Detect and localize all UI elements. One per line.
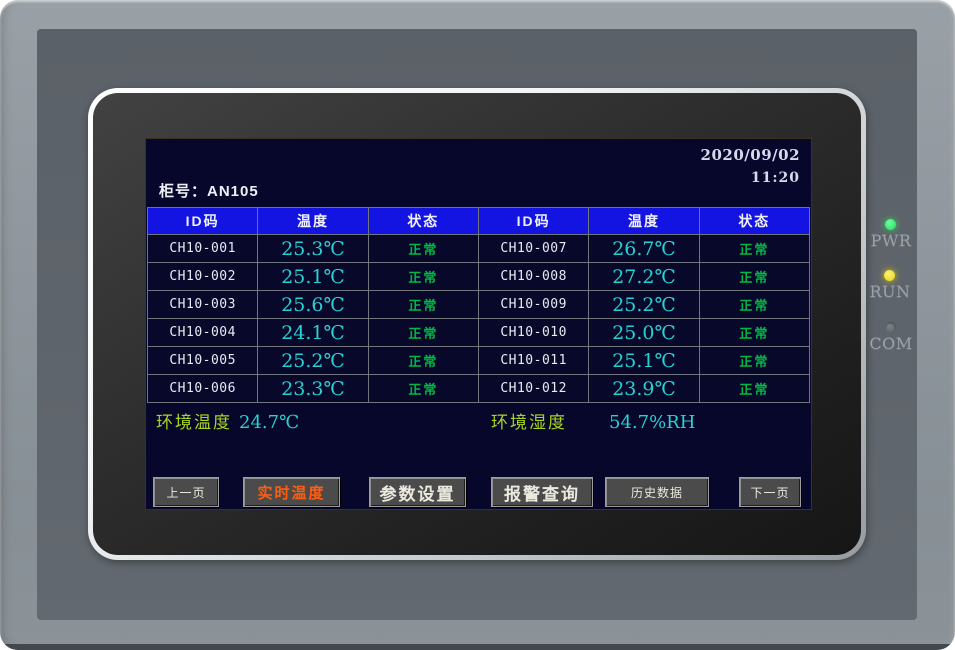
channel-id: CH10-008 — [478, 263, 588, 291]
channel-temp: 26.7℃ — [589, 235, 699, 263]
ambient-temp-value: 24.7℃ — [239, 408, 299, 438]
table-header-row: ID码 温度 状态 ID码 温度 状态 — [148, 208, 810, 235]
channel-temp: 25.6℃ — [258, 291, 368, 319]
channel-status: 正常 — [699, 235, 809, 263]
channel-id: CH10-012 — [478, 375, 588, 403]
nav-button-bar: 上一页 实时温度 参数设置 报警查询 历史数据 下一页 — [146, 477, 811, 507]
next-page-button[interactable]: 下一页 — [739, 477, 801, 507]
col-header-status-right: 状态 — [699, 208, 809, 235]
table-row: CH10-003 25.6℃ 正常 CH10-009 25.2℃ 正常 — [148, 291, 810, 319]
run-led-icon — [884, 270, 895, 281]
channel-status: 正常 — [368, 375, 478, 403]
col-header-status-left: 状态 — [368, 208, 478, 235]
channel-id: CH10-005 — [148, 347, 258, 375]
col-header-temp-right: 温度 — [589, 208, 699, 235]
screen-rim: 2020/09/02 11:20 柜号：AN105 ID码 温度 状态 ID码 … — [88, 88, 866, 560]
datetime-block: 2020/09/02 11:20 — [701, 146, 800, 186]
table-row: CH10-004 24.1℃ 正常 CH10-010 25.0℃ 正常 — [148, 319, 810, 347]
ambient-temp-label: 环境温度 — [156, 408, 232, 438]
channel-id: CH10-001 — [148, 235, 258, 263]
channel-status: 正常 — [368, 319, 478, 347]
com-led-icon — [885, 322, 896, 333]
channel-temp: 25.2℃ — [258, 347, 368, 375]
channel-status: 正常 — [699, 291, 809, 319]
col-header-id-right: ID码 — [478, 208, 588, 235]
channel-id: CH10-006 — [148, 375, 258, 403]
channel-temp: 27.2℃ — [589, 263, 699, 291]
channel-status: 正常 — [699, 319, 809, 347]
channel-id: CH10-009 — [478, 291, 588, 319]
table-row: CH10-005 25.2℃ 正常 CH10-011 25.1℃ 正常 — [148, 347, 810, 375]
power-led-icon — [885, 219, 896, 230]
channel-temp: 25.3℃ — [258, 235, 368, 263]
col-header-temp-left: 温度 — [258, 208, 368, 235]
col-header-id-left: ID码 — [148, 208, 258, 235]
channel-status: 正常 — [368, 347, 478, 375]
cabinet-number-label: 柜号：AN105 — [159, 180, 259, 201]
channel-id: CH10-002 — [148, 263, 258, 291]
channel-id: CH10-003 — [148, 291, 258, 319]
channel-temp: 25.2℃ — [589, 291, 699, 319]
temperature-table: ID码 温度 状态 ID码 温度 状态 CH10-001 25.3℃ 正常 CH… — [147, 207, 810, 403]
environment-readout: 环境温度 24.7℃ 环境湿度 54.7%RH — [146, 408, 811, 438]
com-led-label: COM — [863, 334, 919, 353]
parameter-settings-button[interactable]: 参数设置 — [369, 477, 466, 507]
device-bottom-edge — [0, 644, 955, 650]
alarm-query-button[interactable]: 报警查询 — [491, 477, 593, 507]
realtime-temp-button[interactable]: 实时温度 — [243, 477, 340, 507]
channel-temp: 25.1℃ — [589, 347, 699, 375]
channel-status: 正常 — [699, 347, 809, 375]
channel-id: CH10-007 — [478, 235, 588, 263]
run-led-label: RUN — [862, 282, 918, 301]
channel-status: 正常 — [368, 291, 478, 319]
channel-status: 正常 — [699, 375, 809, 403]
table-row: CH10-001 25.3℃ 正常 CH10-007 26.7℃ 正常 — [148, 235, 810, 263]
channel-id: CH10-004 — [148, 319, 258, 347]
power-led-label: PWR — [863, 231, 919, 250]
channel-status: 正常 — [368, 263, 478, 291]
channel-temp: 25.1℃ — [258, 263, 368, 291]
history-data-button[interactable]: 历史数据 — [605, 477, 709, 507]
prev-page-button[interactable]: 上一页 — [153, 477, 219, 507]
channel-id: CH10-010 — [478, 319, 588, 347]
channel-status: 正常 — [699, 263, 809, 291]
channel-temp: 25.0℃ — [589, 319, 699, 347]
channel-temp: 23.9℃ — [589, 375, 699, 403]
channel-id: CH10-011 — [478, 347, 588, 375]
channel-status: 正常 — [368, 235, 478, 263]
channel-temp: 23.3℃ — [258, 375, 368, 403]
hmi-device-frame: 2020/09/02 11:20 柜号：AN105 ID码 温度 状态 ID码 … — [0, 0, 955, 650]
table-row: CH10-002 25.1℃ 正常 CH10-008 27.2℃ 正常 — [148, 263, 810, 291]
table-row: CH10-006 23.3℃ 正常 CH10-012 23.9℃ 正常 — [148, 375, 810, 403]
date-text: 2020/09/02 — [701, 146, 800, 164]
time-text: 11:20 — [701, 170, 800, 186]
lcd-display: 2020/09/02 11:20 柜号：AN105 ID码 温度 状态 ID码 … — [145, 138, 812, 510]
channel-temp: 24.1℃ — [258, 319, 368, 347]
ambient-humidity-value: 54.7%RH — [609, 408, 695, 438]
ambient-humidity-label: 环境湿度 — [491, 408, 567, 438]
